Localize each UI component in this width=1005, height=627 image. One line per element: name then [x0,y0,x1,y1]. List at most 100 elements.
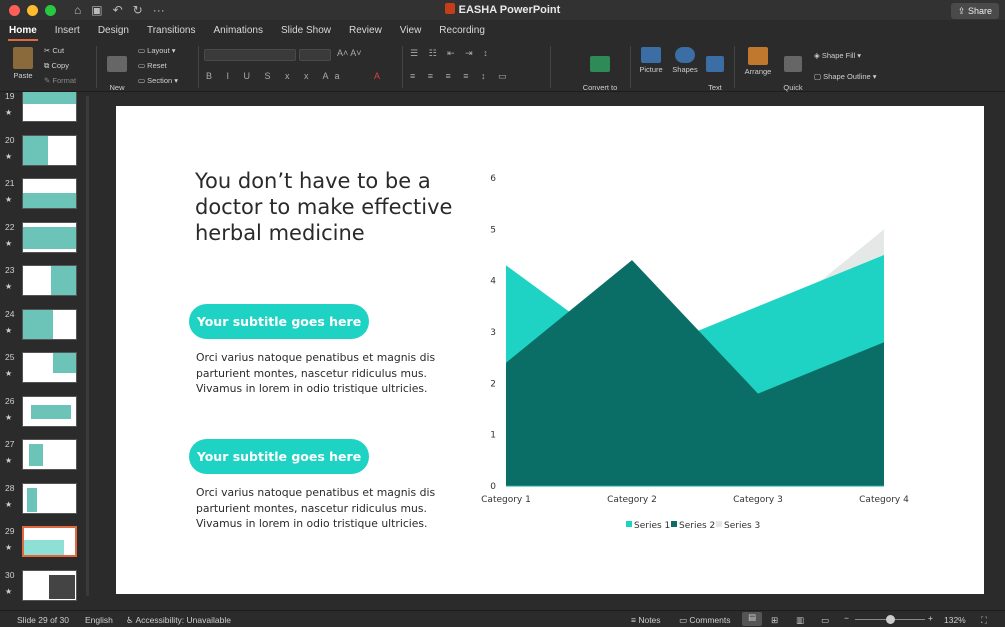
tab-design[interactable]: Design [89,20,138,42]
zoom-window-button[interactable] [45,4,56,16]
font-size-select[interactable] [299,49,331,61]
shape-outline-button[interactable]: ▢ Shape Outline ▾ [814,72,877,81]
thumbnail-graphic [49,574,75,599]
slide-thumbnail-image[interactable] [22,178,77,209]
close-window-button[interactable] [9,4,20,16]
shapes-button[interactable]: Shapes [670,47,700,74]
paste-button[interactable]: Paste [8,47,38,80]
paste-icon [13,47,33,69]
slide-thumbnail-image[interactable] [22,395,77,427]
zoom-out-button[interactable]: − [844,613,849,623]
body-text-2[interactable]: Orci varius natoque penatibus et magnis … [196,485,436,532]
slide-thumbnail[interactable]: 26 ★ [0,395,91,432]
slide-thumbnail[interactable]: 19 ★ [0,92,91,127]
more-icon[interactable]: ··· [153,3,165,17]
tab-insert[interactable]: Insert [46,20,89,42]
slide-sorter-icon[interactable]: ⊞ [771,615,778,626]
reading-view-icon[interactable]: ▥ [796,615,804,626]
tab-review[interactable]: Review [340,20,391,42]
zoom-in-button[interactable]: + [928,613,933,623]
slide-thumbnail[interactable]: 22 ★ [0,221,91,258]
slide-thumbnail[interactable]: 27 ★ [0,439,91,475]
shape-fill-button[interactable]: ◈ Shape Fill ▾ [814,51,861,60]
slide-thumbnail[interactable]: 20 ★ [0,134,91,171]
accessibility-status[interactable]: ♿ Accessibility: Unavailable [126,615,231,626]
slide[interactable]: You don’t have to be a doctor to make ef… [116,106,984,594]
save-icon[interactable]: ▣ [91,3,102,17]
zoom-level[interactable]: 132% [944,615,966,625]
font-family-select[interactable] [204,49,296,61]
minimize-window-button[interactable] [27,4,38,16]
slide-thumbnail-image[interactable] [22,134,77,166]
font-color-icon[interactable]: A [374,71,380,81]
alignment-buttons[interactable]: ≡ ≡ ≡ ≡ ↕ ▭ [410,71,512,82]
tab-home[interactable]: Home [0,20,46,42]
thumbnail-scrollbar[interactable] [86,96,89,596]
copy-button[interactable]: ⧉ Copy [44,61,69,71]
subtitle-pill-2[interactable]: Your subtitle goes here [189,439,369,474]
comments-button[interactable]: ▭ Comments [679,615,731,626]
subtitle-pill-1[interactable]: Your subtitle goes here [189,304,369,339]
transition-star-icon: ★ [5,499,13,509]
slide-thumbnail-image[interactable] [22,482,77,514]
y-tick-label: 3 [490,328,496,338]
slide-number: 29 [5,526,15,536]
arrange-button[interactable]: Arrange [740,47,776,76]
comment-icon: ▭ [679,615,690,625]
reset-button[interactable]: ▭ Reset [138,61,167,70]
tab-transitions[interactable]: Transitions [138,20,205,42]
slide-thumbnail-image[interactable] [22,526,77,557]
slide-thumbnail[interactable]: 23 ★ [0,265,91,301]
tab-recording[interactable]: Recording [430,20,494,42]
redo-icon[interactable]: ↻ [133,3,143,17]
increase-font-icon[interactable]: A˄ A˅ [337,48,362,58]
section-button[interactable]: ▭ Section ▾ [138,76,178,85]
powerpoint-logo-icon [444,3,455,14]
tab-slide-show[interactable]: Slide Show [272,20,340,42]
slide-thumbnail-image[interactable] [22,92,77,122]
slide-counter: Slide 29 of 30 [17,615,69,625]
slide-thumbnail[interactable]: 21 ★ [0,178,91,214]
slide-number: 25 [5,352,15,362]
slideshow-icon[interactable]: ▭ [821,615,829,626]
fit-slide-icon[interactable]: ⛶ [981,615,987,626]
list-buttons[interactable]: ☰ ☷ ⇤ ⇥ ↕ [410,48,492,59]
slide-thumbnail[interactable]: 28 ★ [0,482,91,519]
x-category-label: Category 1 [481,495,531,505]
slide-thumbnail[interactable]: 30 ★ [0,569,91,606]
area-chart[interactable]: 0 1 2 3 4 5 6 Category 1 Category 2 Category 3 Cat… [466,162,916,542]
home-icon[interactable]: ⌂ [74,3,81,17]
tab-view[interactable]: View [391,20,431,42]
slide-thumbnail[interactable]: 24 ★ [0,308,91,345]
share-button[interactable]: ⇪ Share [950,3,999,19]
slide-thumbnail-image[interactable] [22,352,77,383]
tab-animations[interactable]: Animations [205,20,272,42]
y-tick-label: 0 [490,482,496,492]
body-text-1[interactable]: Orci varius natoque penatibus et magnis … [196,350,436,397]
slide-thumbnail[interactable]: 29 ★ [0,526,91,562]
slide-thumbnail-image[interactable] [22,265,77,296]
thumbnail-graphic [23,309,53,339]
transition-star-icon: ★ [5,369,13,378]
picture-icon [641,47,661,63]
thumbnail-graphic [53,353,76,373]
picture-button[interactable]: Picture [636,47,666,74]
cut-button[interactable]: ✂ Cut [44,46,64,55]
language-indicator[interactable]: English [85,615,113,625]
slide-thumbnail-image[interactable] [22,308,77,340]
format-painter-button[interactable]: ✎ Format [44,76,76,85]
layout-button[interactable]: ▭ Layout ▾ [138,46,176,55]
slide-thumbnail-image[interactable] [22,439,77,470]
slide-thumbnail[interactable]: 25 ★ [0,352,91,388]
undo-icon[interactable]: ↶ [113,3,123,17]
thumbnail-graphic [23,135,48,165]
zoom-slider-handle[interactable] [886,615,895,624]
slide-title[interactable]: You don’t have to be a doctor to make ef… [195,168,465,246]
normal-view-icon[interactable]: ▤ [742,612,762,626]
y-tick-label: 5 [490,225,496,235]
shapes-icon [675,47,695,63]
slide-thumbnail-image[interactable] [22,569,77,601]
notes-button[interactable]: ≡ Notes [631,615,661,625]
text-format-buttons[interactable]: B I U S x x Aa [206,71,346,81]
slide-thumbnail-image[interactable] [22,221,77,253]
